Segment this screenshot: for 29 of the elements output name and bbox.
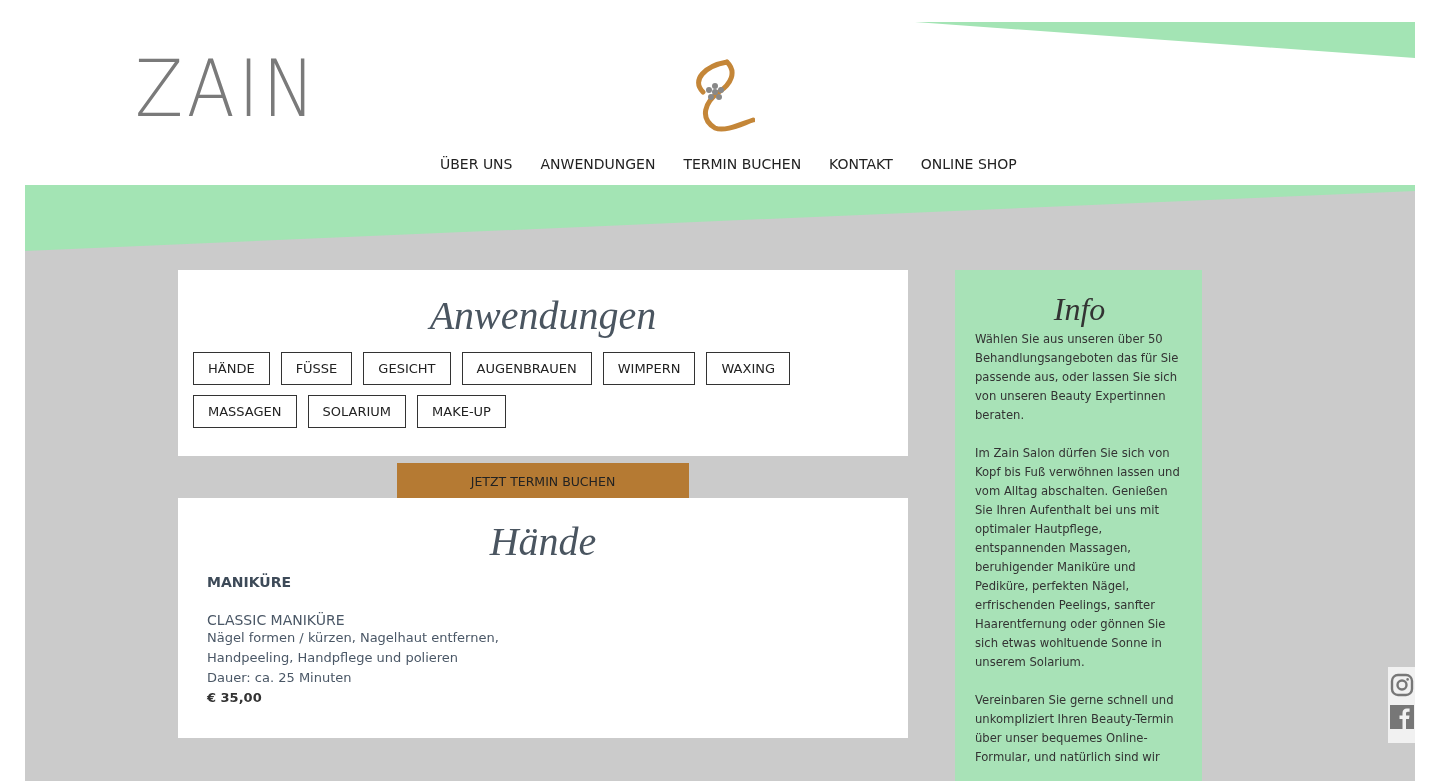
- info-paragraph: Vereinbaren Sie gerne schnell und unkompliziert Ihren Beauty-Termin über unser bequemes Online-Formular, und natürlich sind wir: [975, 692, 1175, 767]
- nav-link[interactable]: TERMIN BUCHEN: [683, 156, 802, 172]
- facebook-icon[interactable]: [1389, 705, 1414, 729]
- section-title: Hände: [488, 518, 598, 566]
- treatment-name: CLASSIC MANIKÜRE: [207, 612, 346, 628]
- category-button[interactable]: AUGENBRAUEN: [461, 352, 592, 385]
- nav-link[interactable]: ANWENDUNGEN: [540, 156, 656, 172]
- instagram-icon[interactable]: [1389, 673, 1414, 697]
- treatment-duration: Dauer: ca. 25 Minuten: [207, 669, 353, 687]
- category-button[interactable]: SOLARIUM: [307, 395, 407, 428]
- info-title: Info: [1052, 290, 1107, 329]
- card-title: Anwendungen: [426, 292, 658, 340]
- nav-link[interactable]: ONLINE SHOP: [920, 156, 1017, 172]
- treatment-price: € 35,00: [207, 689, 263, 707]
- category-button[interactable]: WAXING: [706, 352, 790, 385]
- category-button[interactable]: GESICHT: [363, 352, 451, 385]
- logo-wordmark[interactable]: ZAIN: [135, 50, 319, 128]
- category-button[interactable]: MAKE-UP: [417, 395, 506, 428]
- category-button[interactable]: MASSAGEN: [193, 395, 297, 428]
- section-heading: MANIKÜRE: [207, 574, 292, 590]
- nav-link[interactable]: ÜBER UNS: [440, 156, 513, 172]
- info-paragraph: Im Zain Salon dürfen Sie sich von Kopf bis Fuß verwöhnen lassen und vom Alltag abschalten. Genießen Sie Ihren Aufenthalt bei uns mit optimaler Hautpflege, entspannenden Massagen, beruhigender Maniküre und Pediküre, perfekten Nägel, erfrischenden Peelings, sanfter Haarentfernung oder gönnen Sie sich etwas wohltuende Sonne in unserem Solarium.: [975, 445, 1181, 672]
- category-button[interactable]: FÜSSE: [280, 352, 353, 385]
- treatment-description: Nägel formen / kürzen, Nagelhaut entfernen, Handpeeling, Handpflege und polieren: [207, 629, 500, 667]
- category-button[interactable]: WIMPERN: [602, 352, 696, 385]
- book-appointment-button[interactable]: JETZT TERMIN BUCHEN: [397, 463, 689, 500]
- info-paragraph: Wählen Sie aus unseren über 50 Behandlungsangeboten das für Sie passende aus, oder lassen Sie sich von unseren Beauty Expertinnen beraten.: [975, 331, 1180, 425]
- nav-link[interactable]: KONTAKT: [829, 156, 893, 172]
- category-button[interactable]: HÄNDE: [193, 352, 270, 385]
